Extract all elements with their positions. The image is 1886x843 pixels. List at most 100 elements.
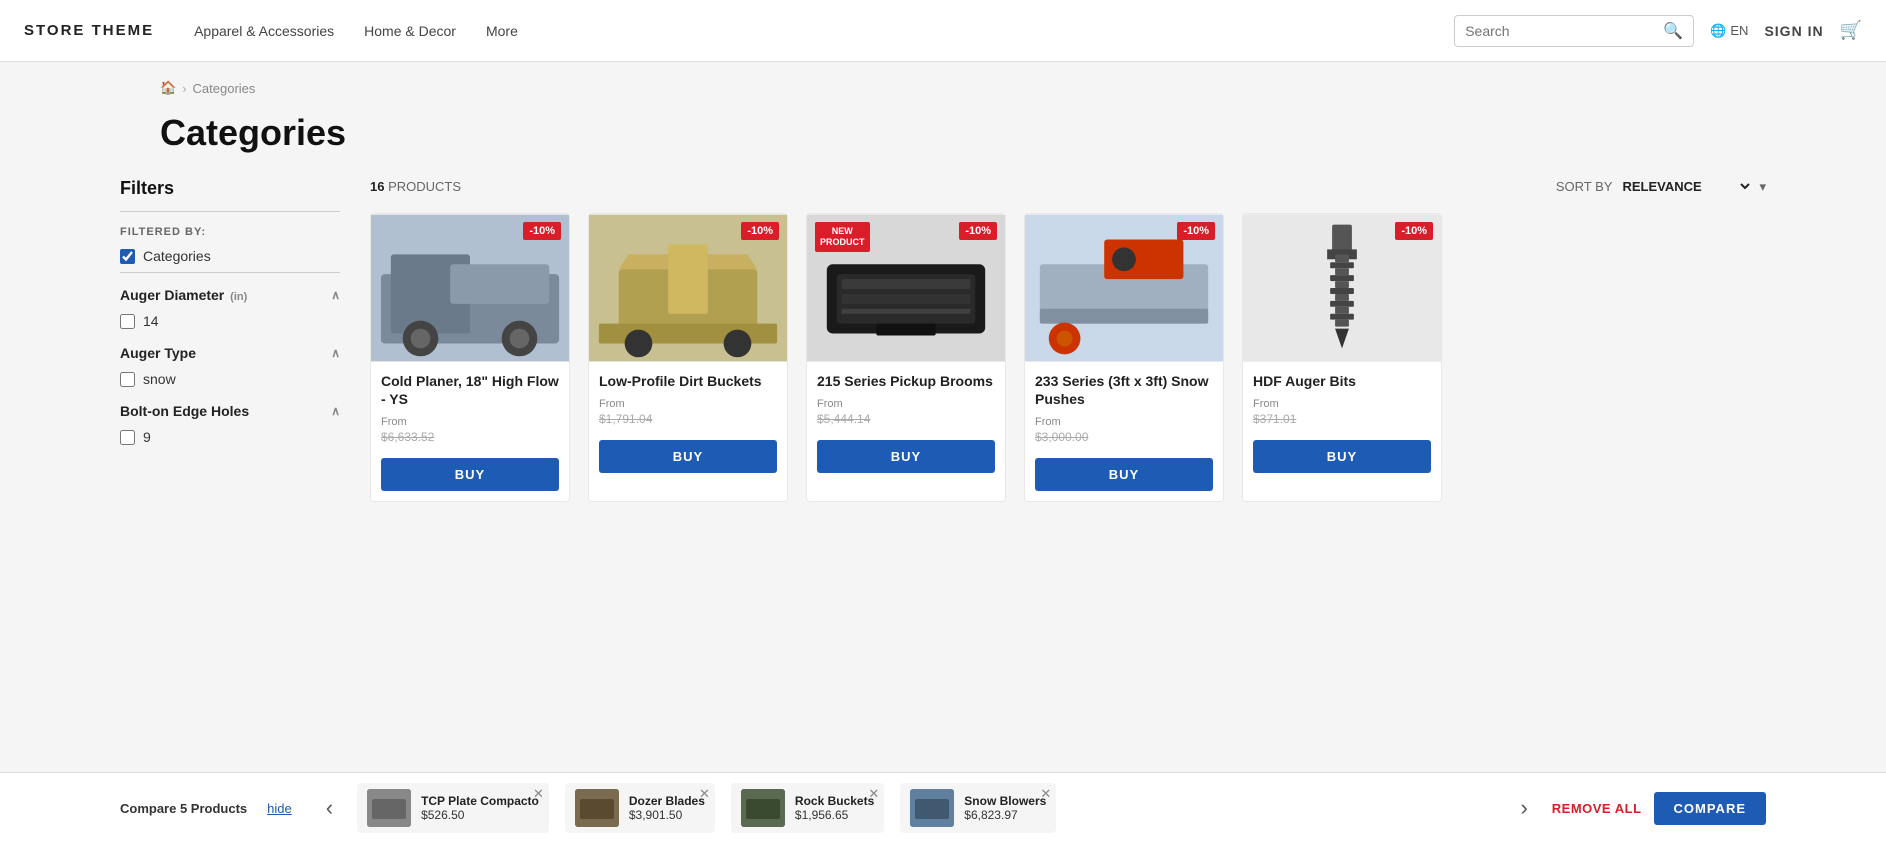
bolt-on-9-checkbox[interactable] bbox=[120, 430, 135, 445]
filter-bolt-on-label: Bolt-on Edge Holes bbox=[120, 403, 249, 419]
breadcrumb-current: Categories bbox=[193, 81, 256, 96]
product-card-5: -10% bbox=[1242, 213, 1442, 502]
discount-badge-1: -10% bbox=[523, 222, 561, 240]
sort-by: SORT BY RELEVANCE Price: Low to High Pri… bbox=[1556, 178, 1766, 195]
compare-bar-actions: REMOVE ALL COMPARE bbox=[1552, 792, 1766, 825]
product-image-1[interactable]: -10% bbox=[371, 214, 569, 362]
compare-remove-3[interactable]: ✕ bbox=[868, 786, 879, 802]
filtered-by-label: FILTERED BY: bbox=[120, 226, 340, 238]
product-info-3: 215 Series Pickup Brooms From $5,444.14 bbox=[807, 362, 1005, 434]
product-price-original-2: $1,791.04 bbox=[599, 412, 777, 426]
product-card-4: -10% 233 Series (3ft x 3ft) Snow Pushes … bbox=[1024, 213, 1224, 502]
filter-bolt-on-header[interactable]: Bolt-on Edge Holes ∧ bbox=[120, 403, 340, 419]
nav-more[interactable]: More bbox=[486, 23, 518, 39]
filter-auger-diameter-header[interactable]: Auger Diameter (in) ∧ bbox=[120, 287, 340, 303]
filter-auger-14[interactable]: 14 bbox=[120, 313, 340, 329]
search-box[interactable]: 🔍 bbox=[1454, 15, 1694, 47]
nav-apparel[interactable]: Apparel & Accessories bbox=[194, 23, 334, 39]
filter-section-auger-type: Auger Type ∧ snow bbox=[120, 345, 340, 387]
product-price-from-4: From bbox=[1035, 416, 1213, 428]
bolt-on-9-label: 9 bbox=[143, 429, 151, 445]
compare-thumb-4 bbox=[910, 789, 954, 827]
filter-auger-diameter-label: Auger Diameter (in) bbox=[120, 287, 247, 303]
auger-snow-label: snow bbox=[143, 371, 176, 387]
product-image-3[interactable]: -10% NEWPRODUCT bbox=[807, 214, 1005, 362]
categories-filter[interactable]: Categories bbox=[120, 248, 340, 264]
compare-remove-4[interactable]: ✕ bbox=[1040, 786, 1051, 802]
chevron-up-icon-2: ∧ bbox=[331, 346, 340, 360]
product-price-original-1: $6,633.52 bbox=[381, 430, 559, 444]
compare-item-1: ✕ TCP Plate Compacto $526.50 bbox=[357, 783, 549, 833]
filters-divider bbox=[120, 211, 340, 212]
auger-14-checkbox[interactable] bbox=[120, 314, 135, 329]
sign-in-button[interactable]: SIGN IN bbox=[1764, 23, 1823, 39]
home-icon[interactable]: 🏠 bbox=[160, 80, 176, 96]
product-image-5[interactable]: -10% bbox=[1243, 214, 1441, 362]
search-input[interactable] bbox=[1465, 23, 1663, 39]
discount-badge-2: -10% bbox=[741, 222, 779, 240]
main-layout: Filters FILTERED BY: Categories Auger Di… bbox=[0, 178, 1886, 522]
product-image-4[interactable]: -10% bbox=[1025, 214, 1223, 362]
compare-product-name-1: TCP Plate Compacto bbox=[421, 794, 539, 808]
compare-prev-button[interactable]: ‹ bbox=[322, 795, 337, 821]
compare-product-info-4: Snow Blowers $6,823.97 bbox=[964, 794, 1046, 822]
compare-product-price-1: $526.50 bbox=[421, 808, 539, 822]
new-badge-3: NEWPRODUCT bbox=[815, 222, 870, 252]
compare-button[interactable]: COMPARE bbox=[1654, 792, 1766, 825]
compare-bar-hide[interactable]: hide bbox=[267, 801, 292, 816]
search-icon-button[interactable]: 🔍 bbox=[1663, 21, 1683, 41]
cart-icon[interactable]: 🛒 bbox=[1840, 20, 1862, 41]
product-price-original-5: $371.01 bbox=[1253, 412, 1431, 426]
product-price-from-2: From bbox=[599, 398, 777, 410]
buy-button-5[interactable]: BUY bbox=[1253, 440, 1431, 473]
sort-select[interactable]: RELEVANCE Price: Low to High Price: High… bbox=[1618, 178, 1753, 195]
compare-product-price-3: $1,956.65 bbox=[795, 808, 874, 822]
breadcrumb: 🏠 › Categories bbox=[0, 62, 1886, 96]
navbar: STORE THEME Apparel & Accessories Home &… bbox=[0, 0, 1886, 62]
compare-remove-2[interactable]: ✕ bbox=[699, 786, 710, 802]
compare-product-name-2: Dozer Blades bbox=[629, 794, 705, 808]
categories-checkbox[interactable] bbox=[120, 249, 135, 264]
compare-thumb-2 bbox=[575, 789, 619, 827]
compare-thumb-3 bbox=[741, 789, 785, 827]
product-count: 16 PRODUCTS bbox=[370, 179, 461, 194]
compare-next-button[interactable]: › bbox=[1516, 795, 1531, 821]
categories-label: Categories bbox=[143, 248, 211, 264]
product-price-original-4: $3,000.00 bbox=[1035, 430, 1213, 444]
product-grid: -10% Cold Planer, 18" High Flow - YS bbox=[370, 213, 1766, 502]
language-button[interactable]: 🌐 EN bbox=[1710, 23, 1748, 39]
product-card-3: -10% NEWPRODUCT 215 Series Pickup Brooms bbox=[806, 213, 1006, 502]
discount-badge-3: -10% bbox=[959, 222, 997, 240]
discount-badge-5: -10% bbox=[1395, 222, 1433, 240]
remove-all-button[interactable]: REMOVE ALL bbox=[1552, 801, 1642, 816]
filter-auger-type-label: Auger Type bbox=[120, 345, 196, 361]
breadcrumb-separator: › bbox=[182, 81, 186, 96]
filter-section-auger-diameter: Auger Diameter (in) ∧ 14 bbox=[120, 287, 340, 329]
product-name-4: 233 Series (3ft x 3ft) Snow Pushes bbox=[1035, 372, 1213, 408]
filter-bolt-on-9[interactable]: 9 bbox=[120, 429, 340, 445]
nav-home-decor[interactable]: Home & Decor bbox=[364, 23, 456, 39]
filter-auger-snow[interactable]: snow bbox=[120, 371, 340, 387]
product-image-2[interactable]: -10% bbox=[589, 214, 787, 362]
compare-thumb-1 bbox=[367, 789, 411, 827]
compare-remove-1[interactable]: ✕ bbox=[533, 786, 544, 802]
sort-by-label: SORT BY bbox=[1556, 179, 1613, 194]
filter-auger-type-header[interactable]: Auger Type ∧ bbox=[120, 345, 340, 361]
auger-snow-checkbox[interactable] bbox=[120, 372, 135, 387]
buy-button-3[interactable]: BUY bbox=[817, 440, 995, 473]
compare-item-4: ✕ Snow Blowers $6,823.97 bbox=[900, 783, 1056, 833]
product-price-from-1: From bbox=[381, 416, 559, 428]
product-price-original-3: $5,444.14 bbox=[817, 412, 995, 426]
buy-button-2[interactable]: BUY bbox=[599, 440, 777, 473]
buy-button-1[interactable]: BUY bbox=[381, 458, 559, 491]
page-title: Categories bbox=[0, 96, 1886, 178]
product-name-3: 215 Series Pickup Brooms bbox=[817, 372, 995, 390]
chevron-up-icon: ∧ bbox=[331, 288, 340, 302]
product-card-1: -10% Cold Planer, 18" High Flow - YS bbox=[370, 213, 570, 502]
compare-item-2: ✕ Dozer Blades $3,901.50 bbox=[565, 783, 715, 833]
product-count-number: 16 bbox=[370, 179, 384, 194]
product-name-1: Cold Planer, 18" High Flow - YS bbox=[381, 372, 559, 408]
buy-button-4[interactable]: BUY bbox=[1035, 458, 1213, 491]
filter-section-bolt-on: Bolt-on Edge Holes ∧ 9 bbox=[120, 403, 340, 445]
navbar-right: 🔍 🌐 EN SIGN IN 🛒 bbox=[1454, 15, 1862, 47]
